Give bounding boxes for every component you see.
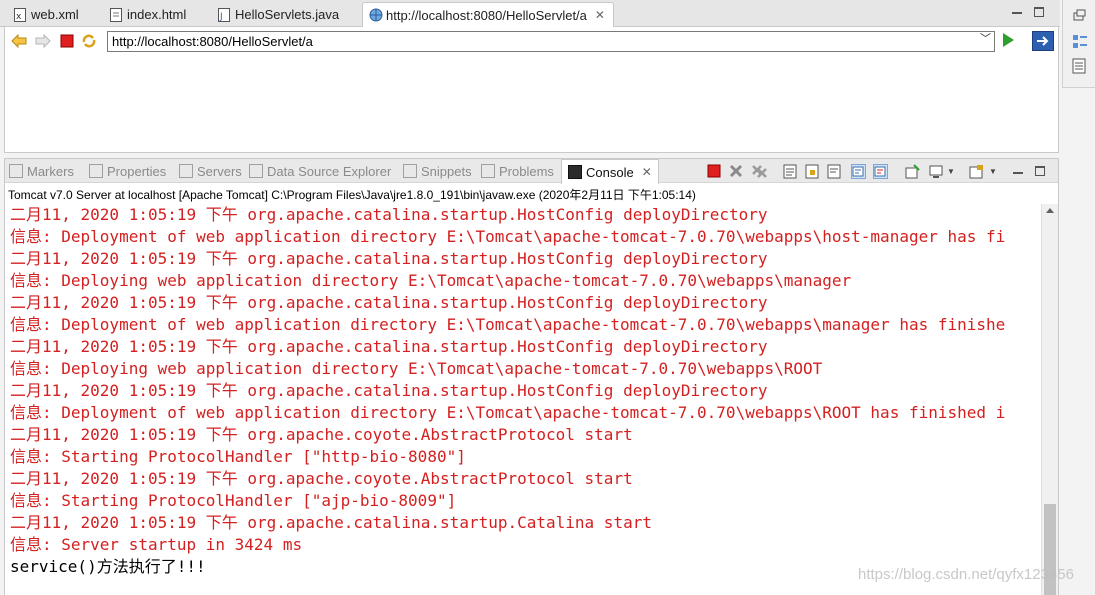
database-icon [249, 164, 263, 178]
xml-file-icon: x [14, 7, 26, 22]
console-line: 二月11, 2020 1:05:19 下午 org.apache.catalin… [10, 381, 768, 400]
console-line: 二月11, 2020 1:05:19 下午 org.apache.catalin… [10, 337, 768, 356]
problems-icon [481, 164, 495, 178]
tab-snippets[interactable]: Snippets [403, 159, 472, 183]
browser-nav-bar: http://localhost:8080/HelloServlet/a ﹀ [5, 27, 1058, 56]
open-external-browser-icon[interactable] [1032, 31, 1054, 51]
tab-label: Servers [197, 163, 242, 179]
tab-problems[interactable]: Problems [481, 159, 554, 183]
tab-markers[interactable]: Markers [9, 159, 74, 183]
tab-label: Markers [27, 163, 74, 179]
clear-console-icon[interactable] [783, 164, 798, 179]
tab-helloservlets-java[interactable]: J HelloServlets.java [212, 2, 345, 27]
console-icon [568, 165, 582, 179]
url-input[interactable]: http://localhost:8080/HelloServlet/a ﹀ [107, 31, 995, 52]
tab-properties[interactable]: Properties [89, 159, 166, 183]
java-file-icon: J [218, 7, 230, 22]
tab-label: web.xml [31, 7, 79, 22]
remove-launch-icon[interactable] [729, 164, 744, 179]
url-text: http://localhost:8080/HelloServlet/a [112, 34, 313, 49]
task-list-icon[interactable] [1072, 58, 1086, 74]
maximize-icon[interactable] [1034, 7, 1044, 17]
tab-label: index.html [127, 7, 187, 22]
tab-label: Snippets [421, 163, 472, 179]
console-line: 信息: Starting ProtocolHandler ["ajp-bio-8… [10, 491, 457, 510]
svg-text:J: J [219, 12, 223, 22]
tab-label: Console [586, 164, 634, 180]
scroll-up-arrow-icon[interactable] [1046, 208, 1054, 213]
minimize-icon[interactable] [1012, 12, 1022, 22]
tab-web-xml[interactable]: x web.xml [8, 2, 85, 27]
console-line: 信息: Deployment of web application direct… [10, 403, 1006, 422]
maximize-icon[interactable] [1035, 166, 1045, 176]
tab-label: Data Source Explorer [267, 163, 392, 179]
views-panel: Markers Properties Servers Data Source E… [4, 158, 1059, 595]
console-line: 信息: Server startup in 3424 ms [10, 535, 303, 554]
console-output[interactable]: 二月11, 2020 1:05:19 下午 org.apache.catalin… [5, 204, 1041, 595]
tab-label: Problems [499, 163, 554, 179]
refresh-icon[interactable] [81, 33, 97, 49]
console-line: 二月11, 2020 1:05:19 下午 org.apache.catalin… [10, 249, 768, 268]
console-line: 信息: Deploying web application directory … [10, 271, 852, 290]
tab-data-source-explorer[interactable]: Data Source Explorer [249, 159, 391, 183]
close-icon[interactable]: ✕ [642, 165, 652, 179]
console-line: 信息: Deployment of web application direct… [10, 315, 1006, 334]
forward-arrow-icon[interactable] [35, 33, 51, 49]
editor-tab-strip: x web.xml index.html J HelloServlets.jav… [0, 0, 1060, 27]
chevron-down-icon[interactable]: ﹀ [980, 32, 991, 47]
console-line: 信息: Deploying web application directory … [10, 359, 823, 378]
svg-text:x: x [16, 12, 22, 22]
remove-all-terminated-icon[interactable] [751, 164, 767, 179]
chevron-down-icon[interactable]: ▼ [989, 164, 1004, 179]
back-arrow-icon[interactable] [11, 33, 27, 49]
view-tab-strip: Markers Properties Servers Data Source E… [5, 159, 1058, 184]
servers-icon [179, 164, 193, 178]
show-on-stdout-icon[interactable] [851, 164, 866, 179]
tab-label: http://localhost:8080/HelloServlet/a [386, 7, 587, 23]
open-console-icon[interactable] [969, 164, 984, 179]
word-wrap-icon[interactable] [827, 164, 842, 179]
scroll-lock-icon[interactable] [805, 164, 820, 179]
console-process-label: Tomcat v7.0 Server at localhost [Apache … [8, 188, 696, 202]
properties-icon [89, 164, 103, 178]
show-on-stderr-icon[interactable] [873, 164, 888, 179]
terminate-icon[interactable] [707, 164, 722, 179]
pin-console-icon[interactable] [905, 164, 920, 179]
console-line: 二月11, 2020 1:05:19 下午 org.apache.coyote.… [10, 425, 633, 444]
console-line: 二月11, 2020 1:05:19 下午 org.apache.catalin… [10, 513, 652, 532]
tab-browser-url[interactable]: http://localhost:8080/HelloServlet/a ✕ [362, 2, 614, 27]
console-line: 信息: Starting ProtocolHandler ["http-bio-… [10, 447, 466, 466]
display-selected-console-icon[interactable] [929, 164, 944, 179]
tab-servers[interactable]: Servers [179, 159, 242, 183]
minimize-icon[interactable] [1013, 172, 1023, 182]
console-line: 二月11, 2020 1:05:19 下午 org.apache.catalin… [10, 293, 768, 312]
tab-console[interactable]: Console ✕ [561, 159, 659, 184]
globe-icon [369, 8, 383, 22]
stop-icon[interactable] [59, 33, 75, 49]
go-play-icon[interactable] [1003, 33, 1014, 47]
watermark: https://blog.csdn.net/qyfx123456 [858, 566, 1074, 583]
html-file-icon [110, 7, 122, 22]
outline-icon[interactable] [1072, 34, 1087, 48]
tab-index-html[interactable]: index.html [104, 2, 192, 27]
close-icon[interactable]: ✕ [595, 8, 605, 22]
snippets-icon [403, 164, 417, 178]
console-line: 信息: Deployment of web application direct… [10, 227, 1006, 246]
markers-icon [9, 164, 23, 178]
right-trim-stack [1062, 0, 1095, 88]
console-line: 二月11, 2020 1:05:19 下午 org.apache.coyote.… [10, 469, 633, 488]
chevron-down-icon[interactable]: ▼ [947, 164, 962, 179]
restore-icon[interactable] [1072, 8, 1086, 22]
tab-label: HelloServlets.java [235, 7, 340, 22]
console-line: 二月11, 2020 1:05:19 下午 org.apache.catalin… [10, 205, 768, 224]
internal-browser: http://localhost:8080/HelloServlet/a ﹀ [4, 27, 1059, 153]
tab-label: Properties [107, 163, 167, 179]
console-scrollbar[interactable] [1041, 204, 1058, 595]
